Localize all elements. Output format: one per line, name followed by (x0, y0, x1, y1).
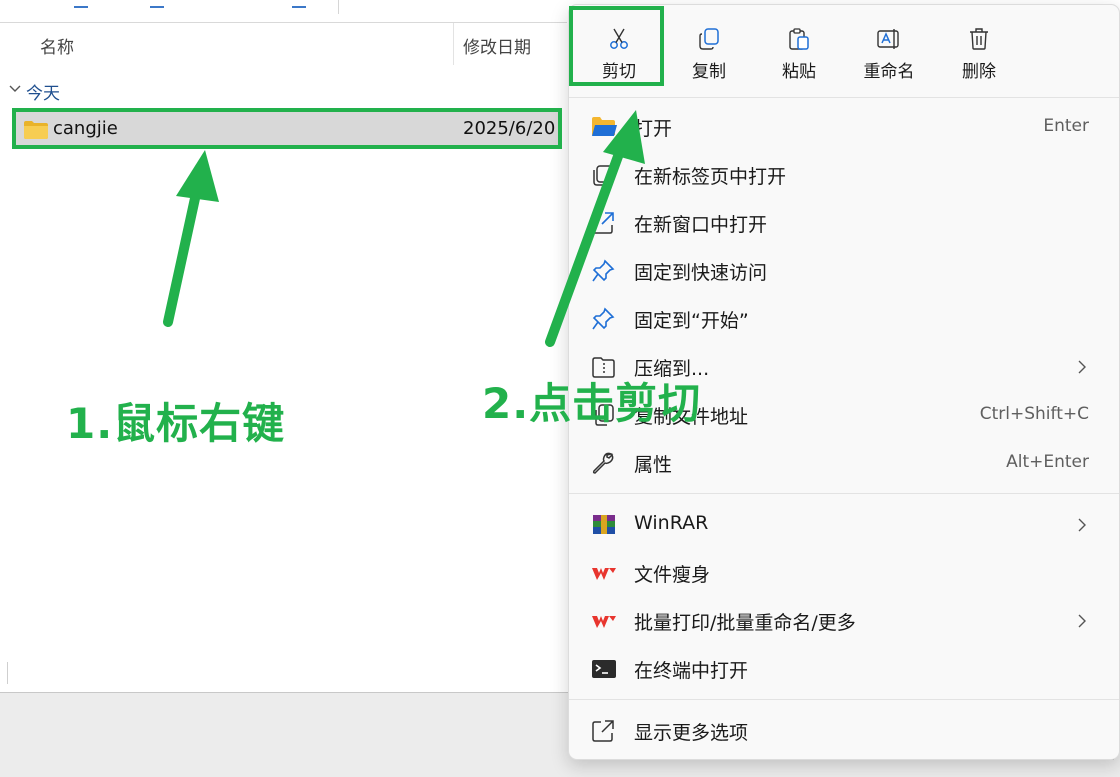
copy-button[interactable]: 复制 (667, 15, 751, 87)
menu-item-label: 在终端中打开 (634, 660, 749, 682)
menu-item-shortcut: Ctrl+Shift+C (979, 404, 1089, 424)
winrar-icon (593, 515, 615, 534)
column-name[interactable]: 名称 (40, 33, 74, 58)
rename-button[interactable]: 重命名 (847, 15, 931, 87)
menu-item-label: 在新窗口中打开 (634, 214, 768, 236)
toolbar-glyph (150, 0, 164, 8)
menu-item-label: 在新标签页中打开 (634, 166, 787, 188)
folder-open-icon (592, 117, 617, 136)
wrench-icon (592, 452, 614, 474)
menu-item-label: 固定到快速访问 (634, 262, 768, 284)
group-label: 今天 (26, 84, 60, 104)
menu-item-shortcut: Enter (1043, 116, 1089, 136)
menu-item-properties[interactable]: 属性 Alt+Enter (569, 441, 1119, 485)
menu-item-label: 文件瘦身 (634, 564, 711, 586)
annotation-step2: 2.点击剪切 (482, 379, 702, 428)
wps-icon (592, 616, 616, 628)
menu-item-label: 打开 (634, 118, 673, 140)
column-separator[interactable] (453, 23, 454, 65)
menu-item-winrar[interactable]: WinRAR (569, 503, 1119, 547)
chevron-down-icon (9, 85, 21, 92)
menu-item-label: 属性 (634, 454, 673, 476)
paste-button[interactable]: 粘贴 (757, 15, 841, 87)
menu-divider (569, 493, 1119, 494)
new-window-icon (592, 212, 614, 234)
pin-icon (592, 307, 615, 330)
paste-label: 粘贴 (782, 62, 816, 82)
menu-divider (569, 97, 1119, 98)
chevron-right-icon (1078, 518, 1086, 532)
menu-item-open-new-tab[interactable]: 在新标签页中打开 (569, 153, 1119, 197)
menu-item-label: 固定到“开始” (634, 310, 749, 332)
menu-divider (569, 699, 1119, 700)
toolbar-glyph (292, 0, 306, 8)
trash-icon (970, 28, 988, 50)
paste-icon (789, 28, 809, 50)
delete-label: 删除 (962, 62, 996, 82)
terminal-icon (592, 660, 616, 678)
menu-item-label: 显示更多选项 (634, 722, 749, 744)
chevron-right-icon (1078, 360, 1086, 374)
menu-item-label: 批量打印/批量重命名/更多 (634, 612, 856, 634)
scroll-tick (7, 662, 8, 684)
column-date[interactable]: 修改日期 (463, 33, 531, 58)
delete-button[interactable]: 删除 (937, 15, 1021, 87)
toolbar-separator (338, 0, 339, 14)
wps-icon (592, 568, 616, 580)
highlight-file-row (12, 108, 562, 149)
menu-item-open-new-window[interactable]: 在新窗口中打开 (569, 201, 1119, 245)
menu-item-pin-quick-access[interactable]: 固定到快速访问 (569, 249, 1119, 293)
copy-icon (699, 28, 719, 50)
group-header-today[interactable]: 今天 (0, 75, 567, 105)
rename-icon (877, 29, 899, 49)
copy-label: 复制 (692, 62, 726, 82)
menu-item-open[interactable]: 打开 Enter (569, 105, 1119, 149)
menu-item-label: WinRAR (634, 512, 709, 534)
menu-item-shortcut: Alt+Enter (1006, 452, 1089, 472)
more-options-icon (592, 720, 614, 742)
pin-icon (592, 259, 615, 282)
menu-item-file-slim[interactable]: 文件瘦身 (569, 551, 1119, 595)
column-header: 名称 修改日期 (0, 23, 567, 65)
rename-label: 重命名 (863, 62, 915, 82)
menu-item-show-more-options[interactable]: 显示更多选项 (569, 709, 1119, 753)
toolbar-glyph (74, 0, 88, 8)
menu-item-open-terminal[interactable]: 在终端中打开 (569, 647, 1119, 691)
menu-item-batch-more[interactable]: 批量打印/批量重命名/更多 (569, 599, 1119, 643)
chevron-right-icon (1078, 614, 1086, 628)
annotation-step1: 1.鼠标右键 (66, 399, 286, 448)
highlight-cut-button (569, 6, 664, 86)
menu-item-pin-start[interactable]: 固定到“开始” (569, 297, 1119, 341)
new-tab-icon (593, 165, 614, 186)
